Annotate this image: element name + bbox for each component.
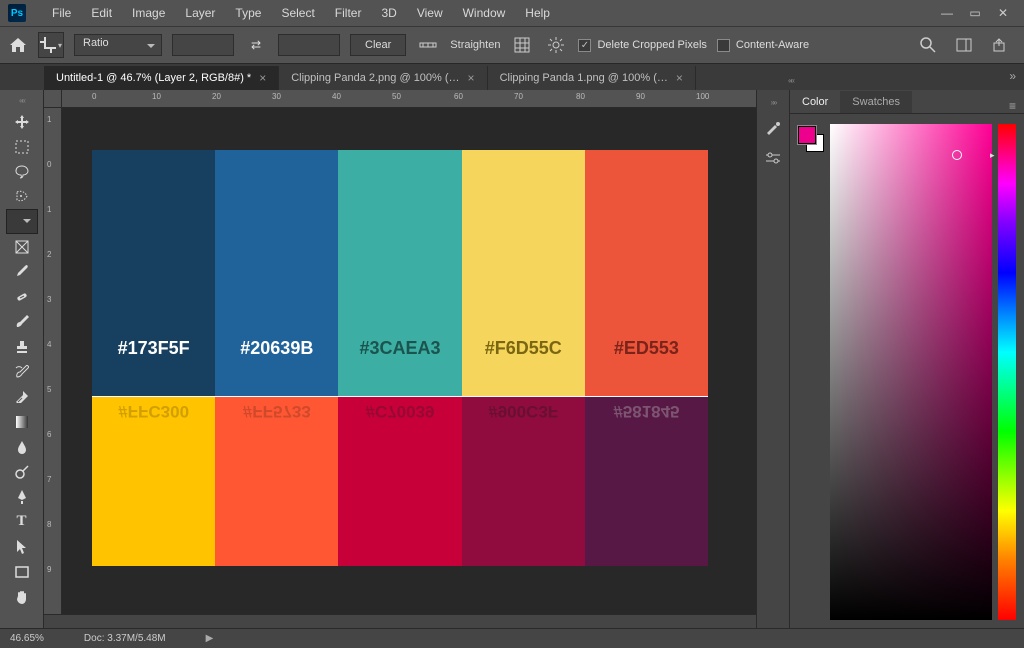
tab-close-icon[interactable]: × [259,71,266,85]
move-tool[interactable] [8,109,36,134]
menu-edit[interactable]: Edit [83,2,120,24]
fg-bg-swatch[interactable] [798,126,824,152]
zoom-level[interactable]: 46.65% [10,633,44,644]
vertical-ruler: 10123456789 [44,108,62,614]
pen-tool[interactable] [8,484,36,509]
dodge-tool[interactable] [8,459,36,484]
panel-menu-icon[interactable]: ≡ [1001,99,1024,113]
menu-3d[interactable]: 3D [373,2,404,24]
gradient-tool[interactable] [8,409,36,434]
tools-panel: T [0,90,44,628]
lasso-tool[interactable] [8,159,36,184]
search-icon[interactable] [916,33,940,57]
healing-tool[interactable] [8,284,36,309]
workspace-icon[interactable] [952,33,976,57]
menu-view[interactable]: View [409,2,451,24]
menu-window[interactable]: Window [455,2,514,24]
adjustments-icon[interactable] [763,149,783,167]
delete-cropped-checkbox[interactable]: Delete Cropped Pixels [578,39,706,52]
swatches-tab[interactable]: Swatches [840,91,912,113]
quick-select-tool[interactable] [8,184,36,209]
content-aware-checkbox[interactable]: Content-Aware [717,39,809,52]
palette-swatch: #581845 [585,397,708,566]
hue-slider[interactable] [998,124,1016,620]
menu-filter[interactable]: Filter [327,2,370,24]
type-tool[interactable]: T [8,509,36,534]
document-tab[interactable]: Untitled-1 @ 46.7% (Layer 2, RGB/8#) *× [44,66,279,90]
app-logo: Ps [8,4,26,22]
document-tab[interactable]: Clipping Panda 2.png @ 100% (…× [279,66,487,90]
clear-button[interactable]: Clear [350,34,406,56]
brush-tool[interactable] [8,309,36,334]
menu-file[interactable]: File [44,2,79,24]
frame-tool[interactable] [8,234,36,259]
marquee-tool[interactable] [8,134,36,159]
palette-swatch: #FF5733 [215,397,338,566]
stamp-tool[interactable] [8,334,36,359]
close-button[interactable]: ✕ [990,4,1016,22]
saturation-field[interactable] [830,124,992,620]
status-arrow-icon[interactable]: ▶ [206,633,214,644]
crop-options-button[interactable] [544,33,568,57]
color-panel: Color Swatches ≡ [790,90,1024,628]
blur-tool[interactable] [8,434,36,459]
minimize-button[interactable]: ― [934,4,960,22]
canvas-stage[interactable]: #173F5F#20639B#3CAEA3#F6D55C#ED553 #FFC3… [62,108,756,614]
horizontal-scrollbar[interactable] [44,614,756,628]
doc-size: Doc: 3.37M/5.48M [84,633,166,644]
palette-swatch: #173F5F [92,150,215,396]
eyedropper-tool[interactable] [8,259,36,284]
palette-swatch: #FFC300 [92,397,215,566]
tab-close-icon[interactable]: × [676,71,683,85]
rectangle-tool[interactable] [8,559,36,584]
collapsed-panels-strip [756,90,790,628]
menu-image[interactable]: Image [124,2,173,24]
menu-select[interactable]: Select [273,2,322,24]
main-menu: FileEditImageLayerTypeSelectFilter3DView… [44,2,558,24]
maximize-button[interactable]: ▭ [962,4,988,22]
status-bar: 46.65% Doc: 3.37M/5.48M ▶ [0,628,1024,648]
color-tab[interactable]: Color [790,91,840,113]
brush-settings-icon[interactable] [763,119,783,137]
palette-swatch: #ED553 [585,150,708,396]
ratio-select[interactable]: Ratio [74,34,162,56]
straighten-label: Straighten [450,39,500,51]
history-brush-tool[interactable] [8,359,36,384]
crop-height-input[interactable] [278,34,340,56]
eraser-tool[interactable] [8,384,36,409]
palette-swatch: #F6D55C [462,150,585,396]
palette-swatch: #20639B [215,150,338,396]
overlay-grid-button[interactable] [510,33,534,57]
home-button[interactable] [8,35,28,55]
hand-tool[interactable] [8,584,36,609]
menu-help[interactable]: Help [517,2,558,24]
path-select-tool[interactable] [8,534,36,559]
artboard: #173F5F#20639B#3CAEA3#F6D55C#ED553 #FFC3… [92,150,708,566]
menu-type[interactable]: Type [227,2,269,24]
palette-swatch: #C70039 [338,397,461,566]
document-tabs: Untitled-1 @ 46.7% (Layer 2, RGB/8#) *×C… [0,64,1024,90]
swap-dimensions-button[interactable]: ⇄ [244,33,268,57]
tab-close-icon[interactable]: × [468,71,475,85]
share-icon[interactable] [988,33,1012,57]
crop-tool-indicator[interactable]: ▾ [38,32,64,58]
menu-layer[interactable]: Layer [177,2,223,24]
horizontal-ruler: 0102030405060708090100 [62,90,756,108]
document-tab[interactable]: Clipping Panda 1.png @ 100% (…× [488,66,696,90]
crop-width-input[interactable] [172,34,234,56]
straighten-icon[interactable] [416,33,440,57]
palette-swatch: #900C3F [462,397,585,566]
crop-tool[interactable] [6,209,38,234]
palette-swatch: #3CAEA3 [338,150,461,396]
